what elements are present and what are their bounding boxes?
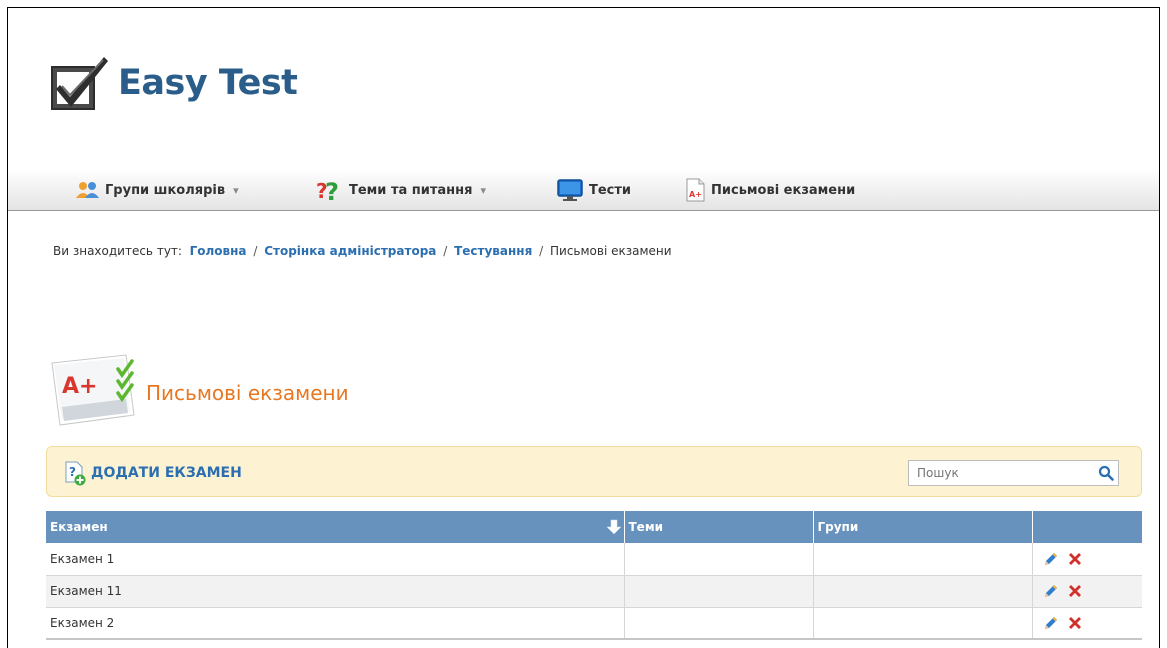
- delete-x-icon: [1068, 585, 1081, 597]
- groups-cell: [813, 543, 1033, 576]
- chevron-down-icon: ▾: [233, 183, 239, 197]
- breadcrumb-prefix: Ви знаходитесь тут:: [53, 244, 182, 258]
- svg-text:A+: A+: [689, 190, 702, 199]
- main-nav: Групи школярів ▾ ? ? Теми та питання ▾ Т…: [8, 169, 1159, 211]
- page-title: Письмові екзамени: [146, 381, 349, 405]
- svg-text:A+: A+: [62, 374, 97, 399]
- search-icon: [1098, 465, 1114, 481]
- delete-button[interactable]: [1067, 583, 1083, 599]
- column-header-actions: [1032, 511, 1142, 543]
- toolbar: ? ДОДАТИ ЕКЗАМЕН: [46, 446, 1142, 497]
- app-logo-text: Easy Test: [118, 63, 298, 103]
- actions-cell: [1032, 543, 1142, 576]
- delete-x-icon: [1068, 552, 1081, 565]
- column-header-label: Екзамен: [50, 520, 108, 534]
- search-button[interactable]: [1098, 465, 1114, 485]
- exam-grade-icon: A+: [51, 354, 135, 426]
- svg-text:?: ?: [69, 465, 76, 479]
- edit-button[interactable]: [1043, 551, 1059, 567]
- topics-cell: [624, 543, 814, 576]
- table-row[interactable]: Екзамен 11: [46, 575, 1142, 608]
- delete-button[interactable]: [1067, 615, 1083, 631]
- topics-cell: [624, 607, 814, 640]
- page-header: A+ Письмові екзамени: [48, 353, 349, 433]
- actions-cell: [1032, 575, 1142, 608]
- table-header-row: Екзамен Теми Групи: [46, 511, 1142, 543]
- edit-button[interactable]: [1043, 615, 1059, 631]
- nav-item-label: Письмові екзамени: [711, 182, 856, 198]
- pencil-icon: [1044, 585, 1057, 597]
- breadcrumb-current: Письмові екзамени: [550, 244, 672, 258]
- search-box: [908, 460, 1119, 486]
- breadcrumb: Ви знаходитесь тут: Головна / Сторінка а…: [53, 244, 672, 258]
- column-header-groups[interactable]: Групи: [813, 511, 1033, 543]
- nav-item-topics-questions[interactable]: ? ? Теми та питання ▾: [316, 169, 486, 211]
- exams-table: Екзамен Теми Групи Екзамен 1 Екзамен 11 …: [46, 511, 1142, 640]
- exam-name-cell: Екзамен 2: [46, 607, 625, 640]
- monitor-icon: [557, 179, 583, 201]
- nav-item-written-exams[interactable]: A+ Письмові екзамени: [684, 169, 855, 211]
- sort-down-icon[interactable]: [605, 519, 622, 535]
- pencil-icon: [1044, 616, 1057, 629]
- users-icon: [76, 182, 99, 198]
- table-row[interactable]: Екзамен 2: [46, 607, 1142, 640]
- nav-item-label: Теми та питання: [349, 182, 473, 198]
- column-header-exam[interactable]: Екзамен: [46, 511, 625, 543]
- column-header-topics[interactable]: Теми: [624, 511, 814, 543]
- question-icon: ? ?: [316, 178, 339, 202]
- groups-cell: [813, 575, 1033, 608]
- breadcrumb-separator: /: [539, 244, 544, 258]
- search-input[interactable]: [909, 461, 1089, 485]
- exam-name-cell: Екзамен 11: [46, 575, 625, 608]
- actions-cell: [1032, 607, 1142, 640]
- breadcrumb-link-admin[interactable]: Сторінка адміністратора: [264, 244, 436, 258]
- breadcrumb-link-testing[interactable]: Тестування: [454, 244, 532, 258]
- nav-item-label: Групи школярів: [105, 182, 226, 198]
- checkbox-logo-icon: [51, 57, 108, 110]
- pencil-icon: [1044, 552, 1057, 565]
- groups-cell: [813, 607, 1033, 640]
- add-exam-label: ДОДАТИ ЕКЗАМЕН: [91, 465, 242, 481]
- page-frame: Easy Test Групи школярів ▾ ? ? Теми та п…: [7, 7, 1160, 648]
- delete-x-icon: [1068, 616, 1081, 629]
- nav-item-student-groups[interactable]: Групи школярів ▾: [76, 169, 239, 211]
- breadcrumb-separator: /: [443, 244, 448, 258]
- document-grade-icon: A+: [686, 178, 705, 202]
- chevron-down-icon: ▾: [480, 183, 487, 197]
- delete-button[interactable]: [1067, 551, 1083, 567]
- app-logo[interactable]: Easy Test: [48, 53, 298, 113]
- nav-item-tests[interactable]: Тести: [556, 169, 631, 211]
- nav-item-label: Тести: [589, 182, 632, 198]
- svg-text:?: ?: [325, 178, 339, 202]
- breadcrumb-separator: /: [253, 244, 258, 258]
- topics-cell: [624, 575, 814, 608]
- exam-name-cell: Екзамен 1: [46, 543, 625, 576]
- add-document-icon: ?: [65, 461, 86, 486]
- column-header-label: Теми: [628, 520, 664, 534]
- table-row[interactable]: Екзамен 1: [46, 543, 1142, 576]
- column-header-label: Групи: [817, 520, 859, 534]
- edit-button[interactable]: [1043, 583, 1059, 599]
- add-exam-button[interactable]: ? ДОДАТИ ЕКЗАМЕН: [63, 460, 242, 486]
- breadcrumb-link-home[interactable]: Головна: [190, 244, 247, 258]
